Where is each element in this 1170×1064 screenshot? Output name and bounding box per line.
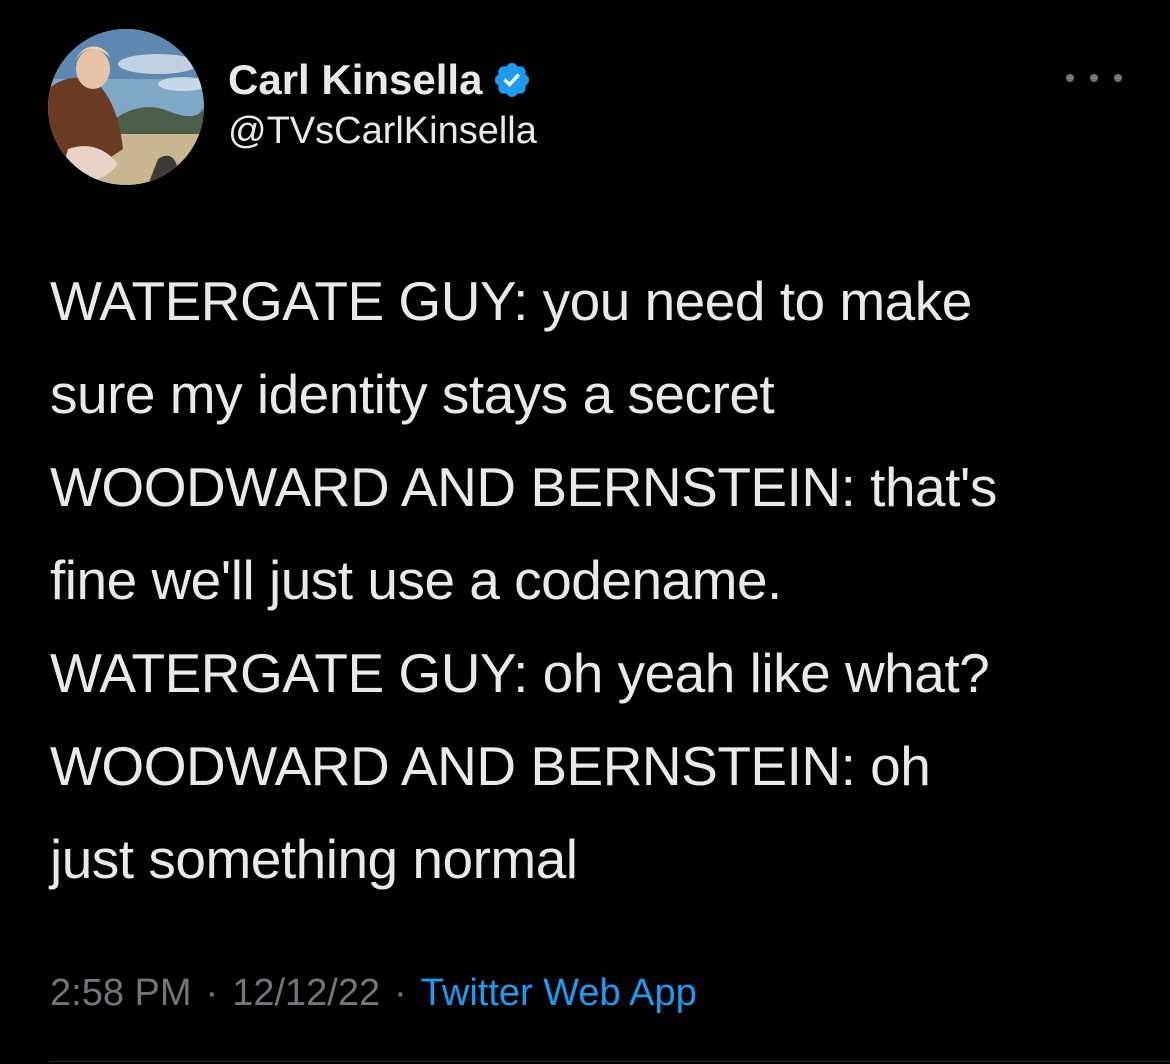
display-name[interactable]: Carl Kinsella: [228, 56, 482, 104]
more-dot: [1114, 74, 1122, 82]
avatar[interactable]: [48, 29, 204, 185]
divider: [50, 1061, 1170, 1062]
tweet-date[interactable]: 12/12/22: [232, 972, 380, 1015]
meta-separator: ·: [205, 972, 219, 1014]
tweet-source-link[interactable]: Twitter Web App: [421, 972, 697, 1015]
author-handle[interactable]: @TVsCarlKinsella: [228, 110, 537, 153]
more-dot: [1066, 74, 1074, 82]
verified-badge-icon: [492, 60, 532, 100]
meta-separator: ·: [394, 972, 407, 1014]
more-dot: [1090, 74, 1098, 82]
avatar-image: [48, 29, 204, 185]
more-horizontal-icon[interactable]: [1066, 60, 1122, 96]
tweet: Carl Kinsella @TVsCarlKinsella WATERGATE…: [0, 0, 1170, 1064]
tweet-meta: 2:58 PM · 12/12/22 · Twitter Web App: [50, 972, 697, 1015]
tweet-time[interactable]: 2:58 PM: [50, 972, 192, 1015]
tweet-text: WATERGATE GUY: you need to make sure my …: [50, 270, 997, 890]
author-name-row[interactable]: Carl Kinsella: [228, 54, 532, 106]
